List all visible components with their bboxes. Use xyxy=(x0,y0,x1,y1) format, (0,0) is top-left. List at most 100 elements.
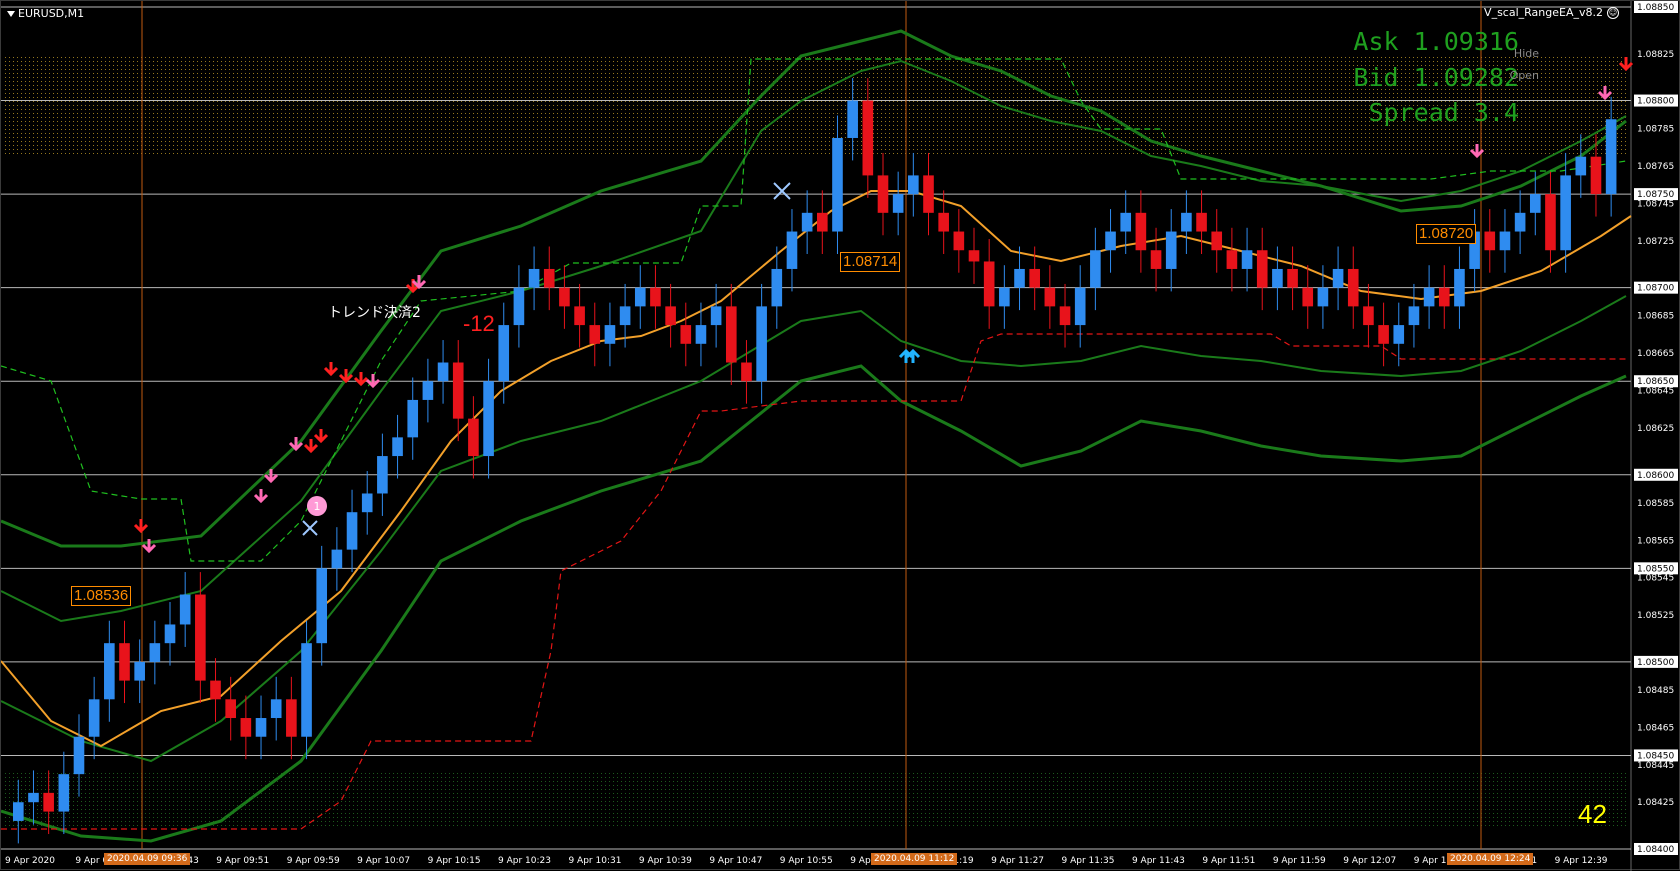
candle-body xyxy=(468,418,479,457)
sell-arrow-icon xyxy=(313,429,329,444)
candle-body xyxy=(134,661,145,681)
candle-body xyxy=(756,306,767,382)
candle-body xyxy=(1332,268,1344,288)
chart-canvas[interactable]: 1 1.08850 1.08825 1.08800 1.08785 1.08765 1.08… xyxy=(1,1,1680,871)
candle-body xyxy=(1287,268,1298,288)
candle-body xyxy=(983,261,995,307)
time-tick-label: 9 Apr 09:51 xyxy=(216,856,269,866)
price-tick-label: 1.08765 xyxy=(1637,162,1674,172)
pips-result-text: -12 xyxy=(463,311,495,336)
sell-arrow-icon xyxy=(303,439,319,454)
price-tick-label: 1.08600 xyxy=(1637,471,1674,481)
candle-body xyxy=(1059,306,1071,326)
candle-body xyxy=(1181,212,1192,232)
candle-body xyxy=(392,437,403,457)
price-label-1: 1.08536 xyxy=(71,586,132,606)
candle-body xyxy=(149,643,161,662)
candle-body xyxy=(452,362,464,419)
candle-body xyxy=(877,175,889,213)
ask-label: Ask 1.09316 xyxy=(1353,27,1519,56)
sell-arrow-icon xyxy=(263,469,279,484)
time-tick-label: 9 Apr 10:55 xyxy=(780,856,833,866)
bollinger-lower-outer xyxy=(1,364,1627,843)
candle-body xyxy=(741,362,752,382)
open-button[interactable]: Open xyxy=(1510,69,1539,82)
candle-body xyxy=(953,231,965,251)
price-tick-label: 1.08685 xyxy=(1637,312,1674,322)
candle-body xyxy=(1514,212,1526,232)
price-tick-label: 1.08585 xyxy=(1637,499,1674,509)
price-tick-label: 1.08745 xyxy=(1637,199,1674,209)
time-tick-label: 9 Apr 10:15 xyxy=(428,856,481,866)
candle-body xyxy=(574,306,585,326)
time-tick-label: 9 Apr 11:59 xyxy=(1273,856,1326,866)
candle-body xyxy=(104,643,115,700)
candle-body xyxy=(1423,287,1435,307)
dropdown-icon[interactable] xyxy=(7,10,15,17)
candle-body xyxy=(1196,212,1207,232)
candle-body xyxy=(1378,325,1389,344)
time-highlight-1: 2020.04.09 09:36 xyxy=(104,853,191,865)
time-tick-label: 9 Apr 12:39 xyxy=(1555,856,1608,866)
candle-body xyxy=(1605,119,1617,195)
candle-body xyxy=(1575,156,1587,176)
time-tick-label: 9 Apr 10:47 xyxy=(709,856,762,866)
bollinger-lower-inner xyxy=(1,295,1627,763)
candle-body xyxy=(847,100,858,138)
time-tick-label: 9 Apr 09:59 xyxy=(287,856,340,866)
time-tick-label: 9 Apr 10:07 xyxy=(357,856,410,866)
trailing-stop-lower xyxy=(1,333,1626,830)
candle-body xyxy=(938,212,949,232)
time-tick-label: 9 Apr 10:39 xyxy=(639,856,692,866)
candle-body xyxy=(999,287,1010,307)
entry-marker-label: 1 xyxy=(314,500,321,513)
candle-body xyxy=(619,306,631,326)
candle-body xyxy=(832,137,843,232)
price-tick-label: 1.08725 xyxy=(1637,237,1674,247)
hide-button[interactable]: Hide xyxy=(1514,47,1539,60)
candle-body xyxy=(1105,231,1116,251)
candle-body xyxy=(1499,231,1511,251)
candle-body xyxy=(908,175,919,195)
candle-body xyxy=(331,549,343,569)
bid-label: Bid 1.09282 xyxy=(1353,63,1519,92)
candle-body xyxy=(710,306,722,326)
sell-arrow-icon xyxy=(323,362,339,377)
candle-body xyxy=(1029,268,1040,288)
time-tick-label: 9 Apr 11:43 xyxy=(1132,856,1185,866)
chart-window[interactable]: 1 1.08850 1.08825 1.08800 1.08785 1.08765 1.08… xyxy=(0,0,1680,871)
candle-body xyxy=(255,718,267,737)
candle-body xyxy=(1454,268,1465,307)
candle-body xyxy=(680,325,692,344)
candle-body xyxy=(1120,212,1132,232)
time-tick-label: 9 Apr 11:27 xyxy=(991,856,1044,866)
price-tick-label: 1.08825 xyxy=(1637,50,1674,60)
candle-body xyxy=(923,175,934,213)
price-tick-label: 1.08785 xyxy=(1637,125,1674,135)
candle-body xyxy=(1317,287,1329,307)
price-tick-label: 1.08445 xyxy=(1637,761,1674,771)
expert-advisor-label[interactable]: V_scal_RangeEA_v8.2 ☺ xyxy=(1484,6,1619,19)
sell-arrow-icon xyxy=(353,372,369,387)
candle-body xyxy=(346,512,358,550)
candle-body xyxy=(1272,268,1283,288)
candle-body xyxy=(1393,325,1405,344)
price-tick-label: 1.08465 xyxy=(1637,723,1674,733)
candle-body xyxy=(1044,287,1056,307)
candle-body xyxy=(1150,250,1162,269)
candle-body xyxy=(195,594,206,681)
candle-body xyxy=(801,212,813,232)
candle-body xyxy=(725,306,737,363)
candle-body xyxy=(1090,250,1101,288)
candle-body xyxy=(1560,175,1571,251)
candle-body xyxy=(1135,212,1147,251)
price-tick-label: 1.08545 xyxy=(1637,574,1674,584)
candle-body xyxy=(862,100,874,176)
candle-body xyxy=(225,699,236,719)
time-tick-label: 9 Apr 11:35 xyxy=(1062,856,1115,866)
price-tick-label: 1.08625 xyxy=(1637,424,1674,434)
candle-body xyxy=(1438,287,1450,307)
candle-body xyxy=(634,287,646,307)
chart-title[interactable]: EURUSD,M1 xyxy=(7,7,84,20)
candle-body xyxy=(513,287,525,326)
